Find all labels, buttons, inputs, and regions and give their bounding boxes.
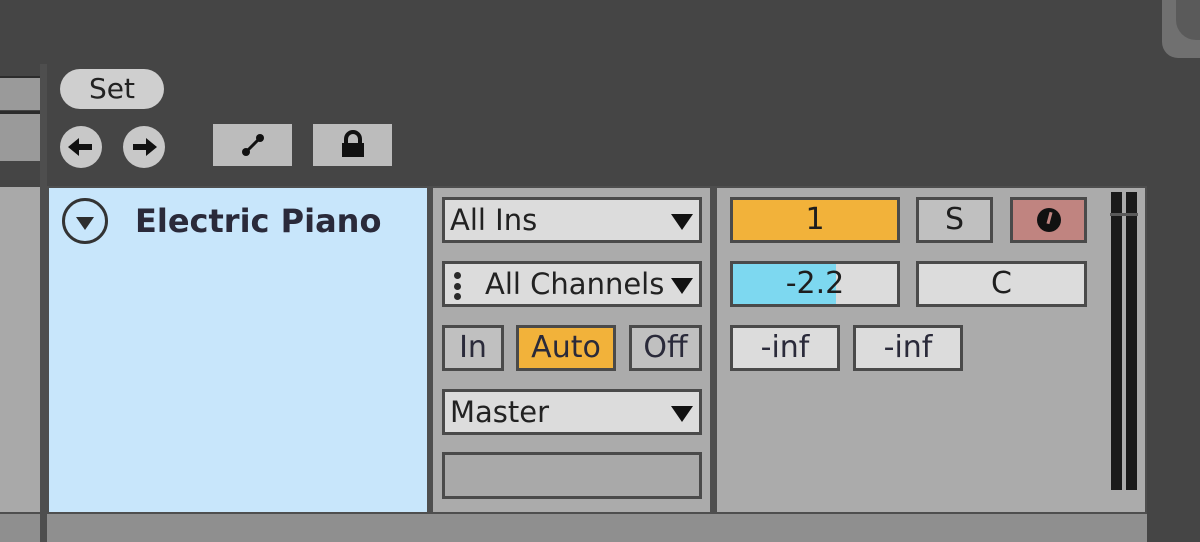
next-locator-button[interactable] [123, 126, 165, 168]
panel-divider [40, 514, 47, 542]
corner-widget [1162, 0, 1200, 58]
lock-button[interactable] [313, 124, 392, 166]
track-name[interactable]: Electric Piano [135, 200, 381, 242]
arrow-right-icon [133, 138, 157, 156]
monitor-off-button[interactable]: Off [629, 325, 702, 371]
lock-icon [341, 130, 364, 157]
output-channel-select[interactable] [442, 452, 702, 499]
level-meter-left [1111, 192, 1122, 490]
volume-value: -2.2 [785, 266, 845, 301]
left-panel-row [0, 76, 40, 110]
pan-control[interactable]: C [916, 261, 1087, 307]
next-track-strip [0, 514, 1147, 542]
output-type-select[interactable]: Master [442, 389, 702, 435]
volume-slider[interactable]: -2.2 [730, 261, 900, 307]
level-meter-right [1126, 192, 1137, 490]
arm-button[interactable] [1010, 197, 1087, 243]
monitor-in-button[interactable]: In [442, 325, 504, 371]
left-panel-body [0, 187, 40, 512]
chevron-down-icon [671, 406, 693, 422]
chevron-down-icon [671, 278, 693, 294]
record-arm-icon [1036, 208, 1061, 232]
meter-divider [1110, 213, 1138, 216]
input-channel-value: All Channels [485, 267, 665, 301]
input-type-select[interactable]: All Ins [442, 197, 702, 243]
input-type-value: All Ins [450, 203, 538, 237]
left-panel-row [0, 111, 40, 161]
solo-button[interactable]: S [916, 197, 993, 243]
link-icon [241, 134, 264, 156]
peak-level-left[interactable]: -inf [730, 325, 840, 371]
set-button[interactable]: Set [60, 69, 164, 109]
input-channel-select[interactable]: All Channels [442, 261, 702, 307]
monitor-auto-button[interactable]: Auto [516, 325, 616, 371]
arrow-left-icon [68, 138, 92, 156]
previous-locator-button[interactable] [60, 126, 102, 168]
track-activator-button[interactable]: 1 [730, 197, 900, 243]
peak-level-right[interactable]: -inf [853, 325, 963, 371]
drag-handle-icon [454, 272, 462, 300]
panel-divider[interactable] [40, 64, 47, 542]
output-type-value: Master [450, 395, 550, 429]
fold-button[interactable] [62, 198, 108, 244]
link-button[interactable] [213, 124, 292, 166]
triangle-down-icon [76, 216, 94, 230]
chevron-down-icon [671, 214, 693, 230]
